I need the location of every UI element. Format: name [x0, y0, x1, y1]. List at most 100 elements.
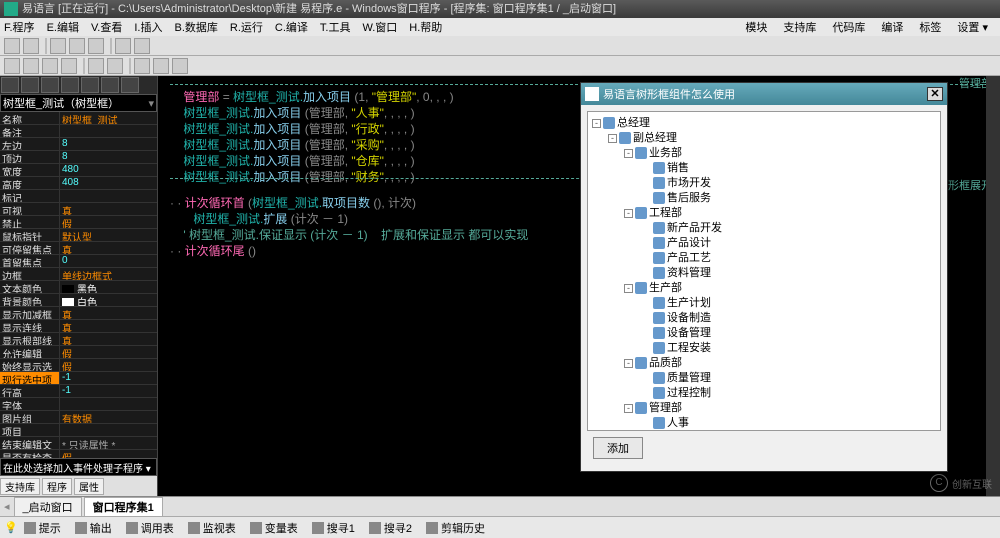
property-value[interactable]: 假: [60, 346, 157, 358]
property-value[interactable]: 真: [60, 242, 157, 254]
toolbar-button[interactable]: [69, 38, 85, 54]
menu-item[interactable]: C.编译: [275, 19, 308, 35]
property-row[interactable]: 字体: [0, 398, 157, 411]
menu-item[interactable]: F.程序: [4, 19, 35, 35]
property-value[interactable]: 有数据: [60, 411, 157, 423]
property-value[interactable]: 真: [60, 307, 157, 319]
toolbar-button[interactable]: [172, 58, 188, 74]
toolbar-button[interactable]: [107, 58, 123, 74]
property-value[interactable]: 假: [60, 450, 157, 458]
menu-item[interactable]: 代码库: [832, 19, 865, 35]
panel-tab-icon[interactable]: [1, 77, 19, 93]
menu-item[interactable]: B.数据库: [174, 19, 217, 35]
status-item[interactable]: 监视表: [188, 520, 236, 536]
document-tab[interactable]: 窗口程序集1: [84, 497, 163, 517]
toolbar-button[interactable]: [88, 58, 104, 74]
property-value[interactable]: [60, 125, 157, 137]
property-value[interactable]: -1: [60, 372, 157, 384]
document-tab[interactable]: _启动窗口: [14, 497, 82, 517]
panel-tab-icon[interactable]: [21, 77, 39, 93]
tree-node[interactable]: -管理部: [592, 401, 936, 416]
property-row[interactable]: 标记: [0, 190, 157, 203]
property-value[interactable]: 单线边框式: [60, 268, 157, 280]
toolbar-button[interactable]: [61, 58, 77, 74]
panel-tab[interactable]: 程序: [42, 478, 72, 495]
status-item[interactable]: 剪辑历史: [426, 520, 485, 536]
menu-item[interactable]: E.编辑: [47, 19, 79, 35]
tree-node[interactable]: 产品设计: [592, 236, 936, 251]
status-item[interactable]: 输出: [75, 520, 112, 536]
property-value[interactable]: 白色: [60, 294, 157, 306]
status-item[interactable]: 搜寻2: [369, 520, 412, 536]
tree-node[interactable]: 生产计划: [592, 296, 936, 311]
event-selector[interactable]: 在此处选择加入事件处理子程序 ▾: [0, 458, 157, 476]
toolbar-button[interactable]: [50, 38, 66, 54]
menu-item[interactable]: T.工具: [320, 19, 351, 35]
menu-item[interactable]: 支持库: [783, 19, 816, 35]
panel-tab[interactable]: 支持库: [0, 478, 40, 495]
property-row[interactable]: 显示根部线真: [0, 333, 157, 346]
tree-node[interactable]: 销售: [592, 161, 936, 176]
component-selector[interactable]: 树型框_测试（树型框） ▾: [0, 94, 157, 112]
expand-icon[interactable]: -: [624, 404, 633, 413]
toolbar-button[interactable]: [4, 38, 20, 54]
tree-node[interactable]: 设备管理: [592, 326, 936, 341]
tree-node[interactable]: -生产部: [592, 281, 936, 296]
property-value[interactable]: [60, 190, 157, 202]
property-row[interactable]: 备注: [0, 125, 157, 138]
toolbar-button[interactable]: [4, 58, 20, 74]
status-item[interactable]: 搜寻1: [312, 520, 355, 536]
menu-item[interactable]: W.窗口: [362, 19, 397, 35]
property-row[interactable]: 可视真: [0, 203, 157, 216]
toolbar-button[interactable]: [134, 58, 150, 74]
toolbar-button[interactable]: [88, 38, 104, 54]
expand-icon[interactable]: -: [624, 359, 633, 368]
property-row[interactable]: 边框单线边框式: [0, 268, 157, 281]
property-value[interactable]: 真: [60, 320, 157, 332]
property-row[interactable]: 图片组有数据: [0, 411, 157, 424]
property-value[interactable]: 黑色: [60, 281, 157, 293]
property-row[interactable]: 显示连线真: [0, 320, 157, 333]
property-row[interactable]: 背景颜色白色: [0, 294, 157, 307]
expand-icon[interactable]: -: [624, 149, 633, 158]
toolbar-button[interactable]: [115, 38, 131, 54]
panel-tab-icon[interactable]: [61, 77, 79, 93]
status-item[interactable]: 变量表: [250, 520, 298, 536]
expand-icon[interactable]: -: [592, 119, 601, 128]
property-value[interactable]: 假: [60, 359, 157, 371]
property-row[interactable]: 项目: [0, 424, 157, 437]
property-row[interactable]: 可停留焦点真: [0, 242, 157, 255]
toolbar-button[interactable]: [134, 38, 150, 54]
property-row[interactable]: 宽度480: [0, 164, 157, 177]
property-row[interactable]: 文本颜色黑色: [0, 281, 157, 294]
toolbar-button[interactable]: [42, 58, 58, 74]
vertical-scrollbar[interactable]: [986, 76, 1000, 496]
property-value[interactable]: [60, 398, 157, 410]
panel-tab-icon[interactable]: [101, 77, 119, 93]
property-row[interactable]: 允许编辑假: [0, 346, 157, 359]
tree-node[interactable]: 设备制造: [592, 311, 936, 326]
property-value[interactable]: 真: [60, 203, 157, 215]
expand-icon[interactable]: -: [608, 134, 617, 143]
property-row[interactable]: 结束编辑文本* 只读属性 *: [0, 437, 157, 450]
tree-view[interactable]: -总经理-副总经理-业务部销售市场开发售后服务-工程部新产品开发产品设计产品工艺…: [587, 111, 941, 431]
property-value[interactable]: 8: [60, 138, 157, 150]
panel-tab-icon[interactable]: [81, 77, 99, 93]
property-grid[interactable]: 名称树型框_测试备注左边8顶边8宽度480高度408标记可视真禁止假鼠标指针默认…: [0, 112, 157, 458]
tree-node[interactable]: 新产品开发: [592, 221, 936, 236]
close-button[interactable]: ✕: [927, 87, 943, 101]
panel-tab-icon[interactable]: [41, 77, 59, 93]
property-row[interactable]: 行高-1: [0, 385, 157, 398]
tree-node[interactable]: 质量管理: [592, 371, 936, 386]
toolbar-button[interactable]: [23, 58, 39, 74]
property-value[interactable]: 默认型: [60, 229, 157, 241]
property-value[interactable]: [60, 424, 157, 436]
menu-item[interactable]: V.查看: [91, 19, 122, 35]
tree-node[interactable]: 产品工艺: [592, 251, 936, 266]
menu-item[interactable]: H.帮助: [409, 19, 442, 35]
property-value[interactable]: 408: [60, 177, 157, 189]
expand-icon[interactable]: -: [624, 209, 633, 218]
tree-node[interactable]: 售后服务: [592, 191, 936, 206]
tree-node[interactable]: 过程控制: [592, 386, 936, 401]
menu-item[interactable]: R.运行: [230, 19, 263, 35]
